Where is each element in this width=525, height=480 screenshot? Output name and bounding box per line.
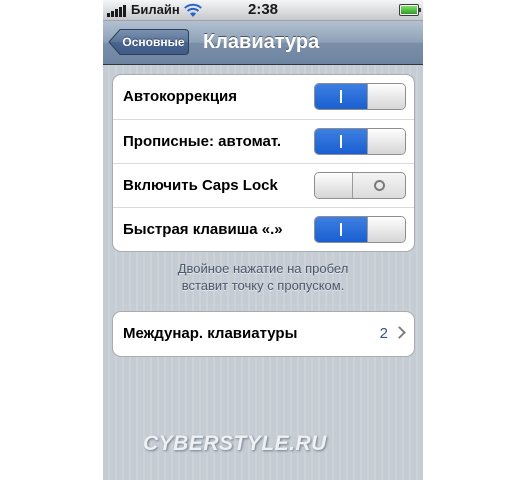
footnote-line-2: вставит точку с пропуском. (181, 278, 345, 293)
footnote-line-1: Двойное нажатие на пробел (177, 261, 349, 276)
status-time: 2:38 (247, 1, 279, 18)
keyboard-settings-group: Автокоррекция Прописные: автомат. Включи… (112, 74, 415, 252)
battery-icon (399, 4, 421, 16)
footnote: Двойное нажатие на пробел вставит точку … (103, 260, 423, 294)
setting-row-autocorrection: Автокоррекция (113, 75, 414, 119)
auto-caps-toggle[interactable] (314, 128, 406, 155)
international-keyboards-label: Междунар. клавиатуры (123, 325, 298, 342)
period-shortcut-label: Быстрая клавиша «.» (123, 221, 283, 238)
international-keyboards-count: 2 (379, 325, 388, 342)
chevron-right-icon (393, 326, 406, 339)
international-keyboards-row[interactable]: Междунар. клавиатуры 2 (113, 312, 414, 356)
setting-row-period-shortcut: Быстрая клавиша «.» (113, 207, 414, 251)
back-button-label: Основные (122, 35, 185, 49)
status-bar: Билайн 2:38 (103, 0, 423, 21)
setting-row-auto-caps: Прописные: автомат. (113, 119, 414, 163)
page-title: Клавиатура (203, 31, 320, 53)
auto-caps-label: Прописные: автомат. (123, 133, 282, 150)
back-button[interactable]: Основные (108, 28, 190, 56)
watermark: CYBERSTYLE.RU (143, 432, 327, 455)
caps-lock-label: Включить Caps Lock (123, 177, 278, 194)
navigation-bar: Основные Клавиатура (103, 21, 423, 65)
setting-row-caps-lock: Включить Caps Lock (113, 163, 414, 207)
period-shortcut-toggle[interactable] (314, 216, 406, 243)
phone-screen: Билайн 2:38 Основные Клавиатура Автокорр… (103, 0, 423, 480)
autocorrection-label: Автокоррекция (123, 88, 238, 105)
autocorrection-toggle[interactable] (314, 83, 406, 110)
caps-lock-toggle[interactable] (314, 172, 406, 199)
international-keyboards-group: Междунар. клавиатуры 2 (112, 311, 415, 357)
